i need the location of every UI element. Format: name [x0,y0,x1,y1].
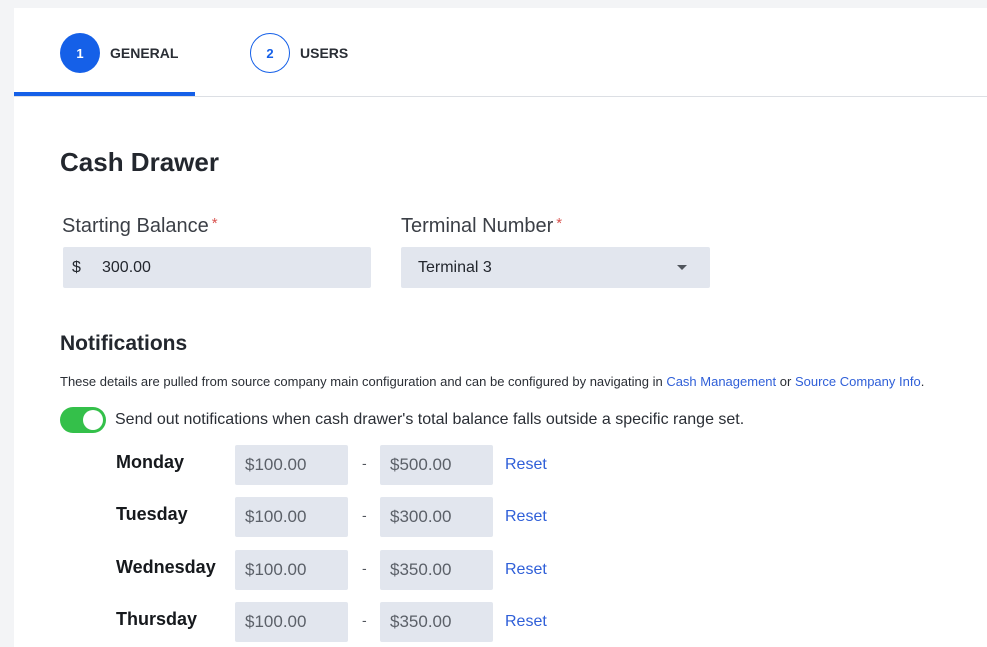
min-amount-input[interactable]: $100.00 [235,602,348,642]
required-mark: * [211,215,218,232]
tab-label: GENERAL [110,45,179,61]
range-row-wednesday: Wednesday $100.00 - $350.00 Reset [14,550,987,590]
reset-button[interactable]: Reset [505,613,547,631]
page-title: Cash Drawer [60,147,219,177]
step-number: 1 [60,33,100,73]
terminal-number-label: Terminal Number * [401,215,563,237]
range-dash: - [362,612,367,628]
range-row-tuesday: Tuesday $100.00 - $300.00 Reset [14,497,987,537]
tab-bar: 1 GENERAL 2 USERS [14,8,987,97]
notifications-heading: Notifications [60,332,188,355]
step-number: 2 [250,33,290,73]
required-mark: * [556,215,563,232]
currency-symbol: $ [72,258,81,276]
reset-button[interactable]: Reset [505,561,547,579]
range-row-monday: Monday $100.00 - $500.00 Reset [14,445,987,485]
range-dash: - [362,507,367,523]
min-amount-input[interactable]: $100.00 [235,497,348,537]
settings-panel: 1 GENERAL 2 USERS Cash Drawer Starting B… [14,8,987,647]
tab-general[interactable]: 1 GENERAL [60,33,178,73]
min-amount-input[interactable]: $100.00 [235,550,348,590]
max-amount-input[interactable]: $300.00 [380,497,493,537]
tab-label: USERS [300,45,349,61]
reset-button[interactable]: Reset [505,456,547,474]
max-amount-input[interactable]: $500.00 [380,445,493,485]
notifications-info: These details are pulled from source com… [60,374,925,389]
tab-users[interactable]: 2 USERS [250,33,348,73]
reset-button[interactable]: Reset [505,508,547,526]
terminal-number-select[interactable]: Terminal 3 [401,247,710,288]
cash-management-link[interactable]: Cash Management [666,374,776,389]
toggle-label: Send out notifications when cash drawer'… [115,411,745,428]
range-row-thursday: Thursday $100.00 - $350.00 Reset [14,602,987,642]
starting-balance-input[interactable]: $ 300.00 [63,247,371,288]
toggle-knob [83,410,103,430]
range-dash: - [362,455,367,471]
chevron-down-icon [677,265,687,270]
starting-balance-label: Starting Balance * [62,215,218,237]
min-amount-input[interactable]: $100.00 [235,445,348,485]
notifications-toggle[interactable] [60,407,106,433]
day-label: Wednesday [116,557,216,577]
max-amount-input[interactable]: $350.00 [380,550,493,590]
range-dash: - [362,560,367,576]
source-company-info-link[interactable]: Source Company Info [795,374,921,389]
max-amount-input[interactable]: $350.00 [380,602,493,642]
starting-balance-value: 300.00 [102,258,151,276]
day-label: Monday [116,452,185,472]
day-label: Thursday [116,609,198,629]
day-label: Tuesday [116,504,188,524]
active-tab-indicator [14,92,195,96]
terminal-number-value: Terminal 3 [418,258,492,276]
